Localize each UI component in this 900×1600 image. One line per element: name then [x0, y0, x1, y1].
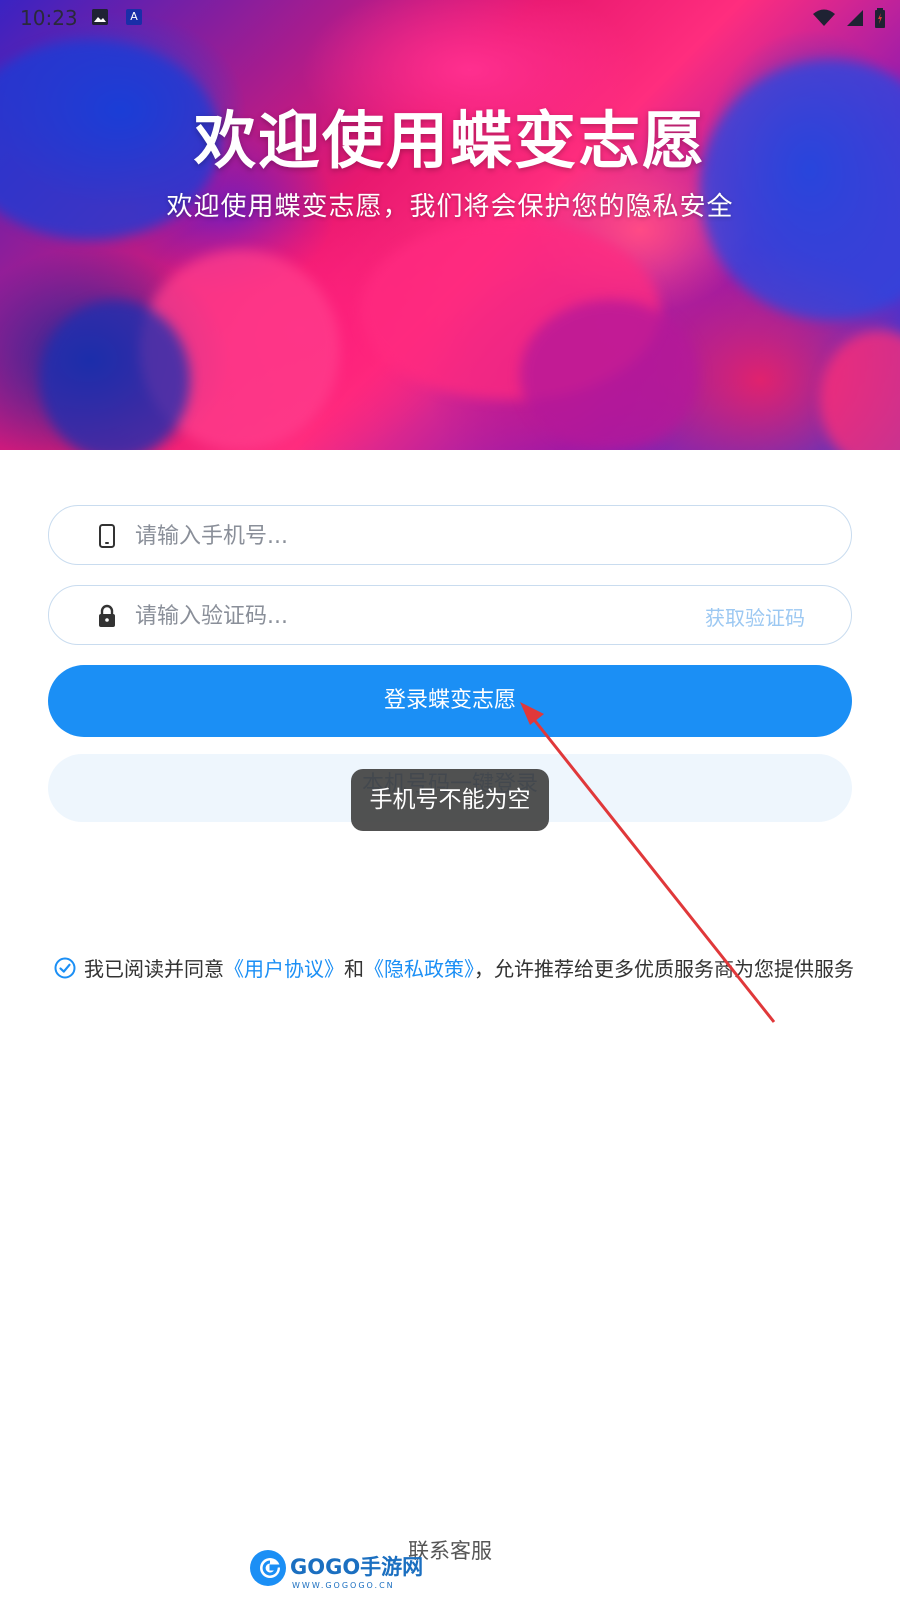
hero-swirl	[520, 300, 700, 450]
status-icons-right	[812, 8, 886, 28]
user-agreement-link[interactable]: 《用户协议》	[224, 957, 344, 981]
watermark-brand: GOGO手游网	[290, 1555, 423, 1579]
agreement-prefix: 我已阅读并同意	[84, 957, 224, 981]
agreement-suffix: ，允许推荐给更多优质服务商为您提供服务	[474, 957, 854, 981]
signal-icon	[847, 10, 863, 26]
wifi-icon	[813, 9, 835, 26]
login-button[interactable]: 登录蝶变志愿	[48, 665, 852, 737]
a-icon: A	[126, 9, 142, 25]
toast-message: 手机号不能为空	[351, 769, 549, 831]
image-icon	[92, 9, 108, 25]
watermark-url: WWW.GOGOGO.CN	[292, 1581, 395, 1590]
agreement-checkbox[interactable]	[54, 957, 76, 979]
hero-swirl	[820, 330, 900, 450]
code-input[interactable]	[133, 596, 657, 636]
code-field[interactable]: 获取验证码	[48, 585, 852, 645]
hero-title: 欢迎使用蝶变志愿	[193, 104, 706, 177]
phone-input[interactable]	[133, 516, 657, 556]
status-time: 10:23	[20, 6, 78, 30]
get-code-button[interactable]: 获取验证码	[705, 602, 805, 631]
lock-icon	[99, 604, 115, 627]
hero-swirl	[40, 300, 190, 450]
status-bar: 10:23 A	[0, 0, 900, 36]
agreement-text: 我已阅读并同意《用户协议》和《隐私政策》，允许推荐给更多优质服务商为您提供服务	[84, 954, 854, 984]
hero-subtitle: 欢迎使用蝶变志愿，我们将会保护您的隐私安全	[166, 192, 734, 222]
privacy-policy-link[interactable]: 《隐私政策》	[364, 957, 474, 981]
gogo-watermark-logo: GOGO手游网 WWW.GOGOGO.CN	[250, 1550, 423, 1590]
battery-icon	[875, 8, 885, 28]
contact-support-link[interactable]: 联系客服	[0, 1535, 900, 1565]
hero-banner: 欢迎使用蝶变志愿 欢迎使用蝶变志愿，我们将会保护您的隐私安全	[0, 0, 900, 450]
phone-icon	[99, 524, 115, 548]
agreement-conjunction: 和	[344, 957, 364, 981]
phone-field[interactable]	[48, 505, 852, 565]
